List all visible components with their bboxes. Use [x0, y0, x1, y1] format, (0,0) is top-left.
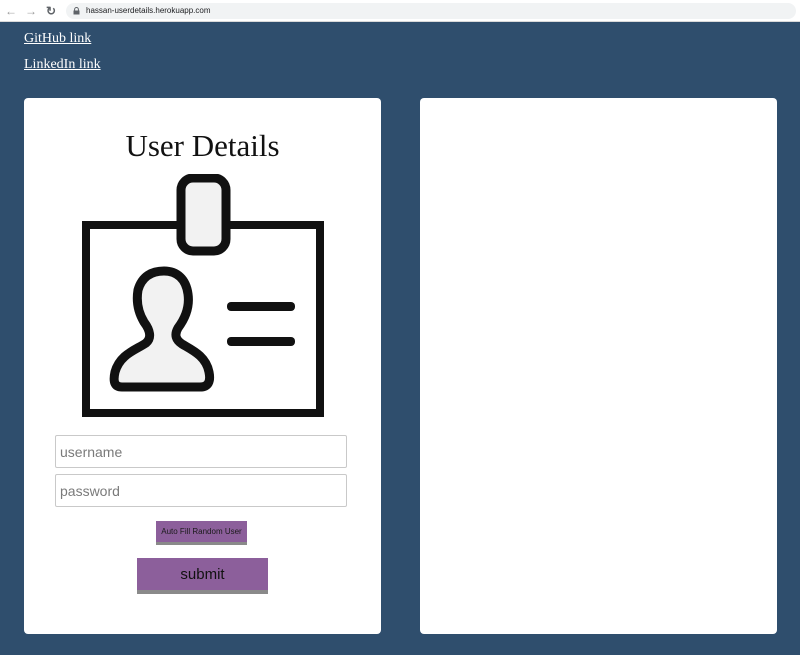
browser-toolbar: ← → ↻ hassan-userdetails.herokuapp.com [0, 0, 800, 22]
url-text: hassan-userdetails.herokuapp.com [86, 6, 211, 15]
linkedin-link[interactable]: LinkedIn link [24, 57, 101, 73]
username-input[interactable] [55, 435, 347, 468]
lock-icon [72, 6, 80, 15]
page-title: User Details [125, 128, 280, 163]
submit-button[interactable]: submit [137, 558, 268, 594]
user-details-card: User Details Auto Fill Random User submi… [24, 98, 381, 634]
forward-arrow-icon[interactable]: → [22, 2, 40, 20]
auto-fill-random-user-button[interactable]: Auto Fill Random User [156, 521, 247, 545]
id-badge-icon [82, 174, 324, 417]
github-link[interactable]: GitHub link [24, 31, 91, 47]
password-input[interactable] [55, 474, 347, 507]
address-bar[interactable]: hassan-userdetails.herokuapp.com [66, 2, 796, 19]
reload-icon[interactable]: ↻ [42, 2, 60, 20]
back-arrow-icon[interactable]: ← [2, 2, 20, 20]
user-output-card [420, 98, 777, 634]
